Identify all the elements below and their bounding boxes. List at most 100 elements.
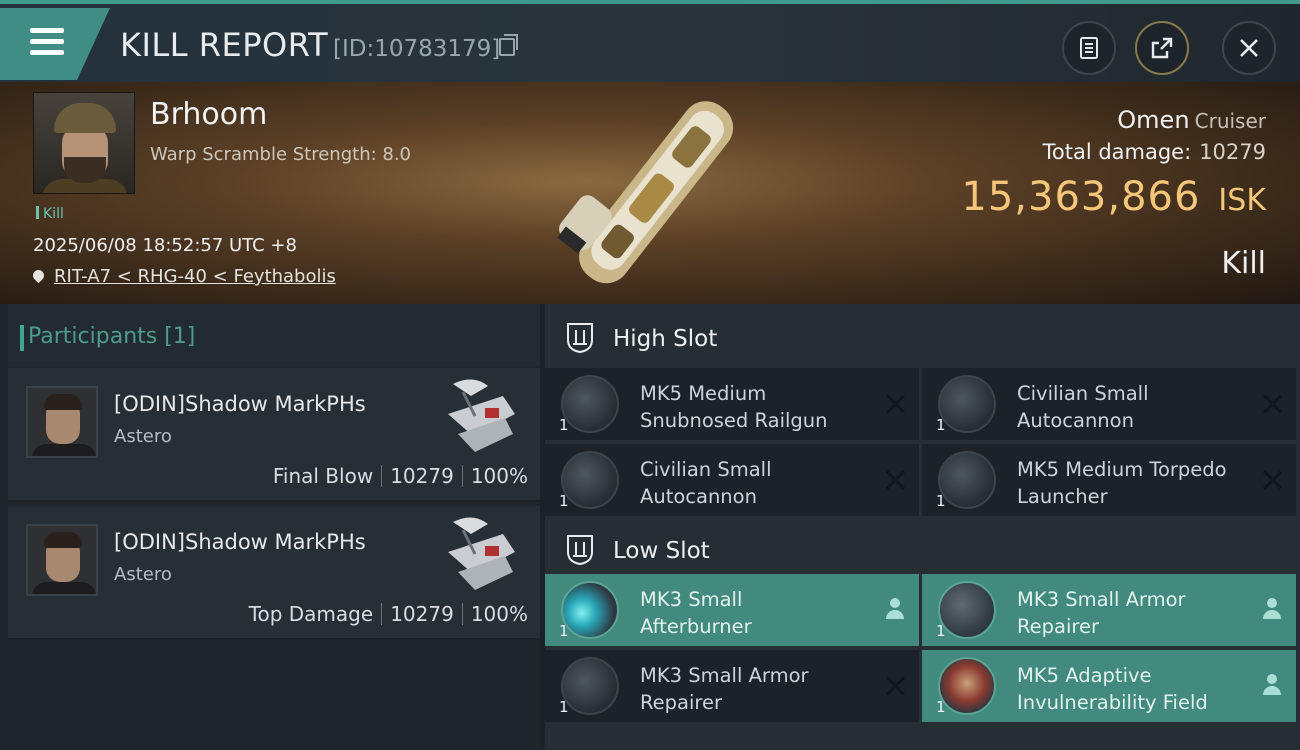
high-slot-icon — [567, 323, 593, 354]
module-quantity: 1 — [936, 416, 946, 434]
low-slot-label: Low Slot — [613, 538, 710, 564]
share-button[interactable] — [1135, 21, 1189, 75]
participants-title: Participants [1] — [19, 324, 196, 351]
participant-name[interactable]: [ODIN]Shadow MarkPHs — [114, 530, 366, 554]
participant-row[interactable]: [ODIN]Shadow MarkPHs Astero Final Blow 10… — [8, 368, 540, 502]
module-name-line1: MK3 Small — [640, 588, 743, 611]
module-name: MK5 Adaptive Invulnerability Field — [1017, 662, 1262, 716]
autocannon-icon — [938, 375, 996, 433]
module-quantity: 1 — [559, 416, 569, 434]
avatar-body — [32, 444, 96, 456]
menu-button[interactable] — [0, 8, 110, 80]
warp-scramble-strength: Warp Scramble Strength: 8.0 — [150, 144, 412, 165]
isk-loss: 15,363,866 ISK — [961, 174, 1266, 220]
participant-avatar[interactable] — [26, 386, 98, 458]
module-slot[interactable]: 1 MK3 Small Armor Repairer — [545, 650, 919, 722]
module-slot[interactable]: 1 MK3 Small Afterburner — [545, 574, 919, 646]
participant-ship-image — [448, 517, 515, 590]
isk-value: 15,363,866 — [961, 174, 1201, 220]
module-name-line2: Invulnerability Field — [1017, 691, 1208, 714]
armor-repairer-icon — [938, 581, 996, 639]
participant-percent: 100% — [470, 602, 528, 626]
avatar-body — [32, 582, 96, 594]
stat-separator — [461, 465, 463, 487]
module-name: MK5 Medium Snubnosed Railgun — [640, 380, 885, 434]
dropped-item-icon — [1262, 598, 1282, 620]
total-damage-value: 10279 — [1199, 140, 1266, 164]
location-pin-icon — [30, 267, 47, 284]
stat-separator — [461, 603, 463, 625]
module-slot[interactable]: 1 Civilian Small Autocannon — [545, 444, 919, 516]
victim-summary: Brhoom Warp Scramble Strength: 8.0 Kill … — [0, 82, 1300, 304]
clipboard-icon — [1080, 37, 1098, 59]
report-id: [ID:10783179] — [333, 36, 501, 62]
low-slot-icon — [567, 535, 593, 566]
afterburner-icon — [561, 581, 619, 639]
avatar-cap — [54, 103, 116, 133]
module-name: MK3 Small Armor Repairer — [1017, 586, 1262, 640]
participant-role: Top Damage — [248, 602, 374, 626]
module-quantity: 1 — [559, 698, 569, 716]
kill-tag: Kill — [36, 206, 64, 222]
isk-unit: ISK — [1218, 183, 1266, 218]
module-name: Civilian Small Autocannon — [1017, 380, 1262, 434]
location-path[interactable]: RIT-A7 < RHG-40 < Feythabolis — [54, 266, 336, 287]
victim-name[interactable]: Brhoom — [150, 97, 267, 132]
hamburger-icon-bar — [30, 50, 64, 55]
close-button[interactable] — [1222, 21, 1276, 75]
ship-class: Cruiser — [1194, 109, 1266, 133]
low-slot-header: Low Slot — [545, 516, 1300, 580]
fitting-panel: High Slot 1 MK5 Medium Snubnosed Railgun … — [545, 304, 1300, 750]
destroyed-icon — [885, 470, 905, 490]
high-slot-label: High Slot — [613, 326, 718, 352]
module-slot[interactable]: 1 Civilian Small Autocannon — [922, 368, 1296, 440]
invulnerability-field-icon — [938, 657, 996, 715]
module-quantity: 1 — [559, 492, 569, 510]
participant-name[interactable]: [ODIN]Shadow MarkPHs — [114, 392, 366, 416]
module-name-line2: Repairer — [1017, 615, 1100, 638]
participants-header: Participants [1] — [8, 304, 540, 366]
page-title: KILL REPORT — [120, 26, 329, 64]
participants-panel: Participants [1] [ODIN]Shadow MarkPHs As… — [0, 304, 540, 750]
module-name: Civilian Small Autocannon — [640, 456, 885, 510]
copy-icon[interactable] — [499, 34, 518, 56]
ship-name[interactable]: Omen — [1117, 106, 1189, 134]
participant-percent: 100% — [470, 464, 528, 488]
module-name: MK3 Small Armor Repairer — [640, 662, 885, 716]
autocannon-icon — [561, 451, 619, 509]
participant-row[interactable]: [ODIN]Shadow MarkPHs Astero Top Damage 10… — [8, 506, 540, 640]
module-name-line2: Snubnosed Railgun — [640, 409, 828, 432]
railgun-icon — [561, 375, 619, 433]
dropped-item-icon — [1262, 674, 1282, 696]
avatar-hair — [44, 394, 82, 410]
destroyed-icon — [1262, 470, 1282, 490]
victim-avatar[interactable] — [33, 92, 135, 194]
total-damage: Total damage: 10279 — [1043, 140, 1266, 164]
module-slot[interactable]: 1 MK3 Small Armor Repairer — [922, 574, 1296, 646]
module-name-line1: MK5 Adaptive — [1017, 664, 1152, 687]
module-name-line2: Repairer — [640, 691, 723, 714]
module-quantity: 1 — [936, 492, 946, 510]
torpedo-launcher-icon — [938, 451, 996, 509]
ship-type: Omen Cruiser — [1117, 106, 1266, 134]
avatar-hair — [44, 532, 82, 548]
module-quantity: 1 — [559, 622, 569, 640]
module-name: MK3 Small Afterburner — [640, 586, 885, 640]
module-slot[interactable]: 1 MK5 Medium Snubnosed Railgun — [545, 368, 919, 440]
participant-ship: Astero — [114, 426, 172, 447]
module-name-line1: Civilian Small — [1017, 382, 1149, 405]
kill-datetime: 2025/06/08 18:52:57 UTC +8 — [33, 235, 297, 256]
participant-stats: Final Blow 10279 100% — [273, 464, 528, 488]
module-slot[interactable]: 1 MK5 Adaptive Invulnerability Field — [922, 650, 1296, 722]
module-slot[interactable]: 1 MK5 Medium Torpedo Launcher — [922, 444, 1296, 516]
close-icon — [1240, 39, 1258, 57]
stat-separator — [381, 465, 383, 487]
module-name-line2: Autocannon — [640, 485, 757, 508]
module-name-line1: Civilian Small — [640, 458, 772, 481]
kill-location[interactable]: RIT-A7 < RHG-40 < Feythabolis — [30, 266, 336, 287]
stat-separator — [381, 603, 383, 625]
module-quantity: 1 — [936, 698, 946, 716]
module-quantity: 1 — [936, 622, 946, 640]
clipboard-button[interactable] — [1062, 21, 1116, 75]
participant-avatar[interactable] — [26, 524, 98, 596]
